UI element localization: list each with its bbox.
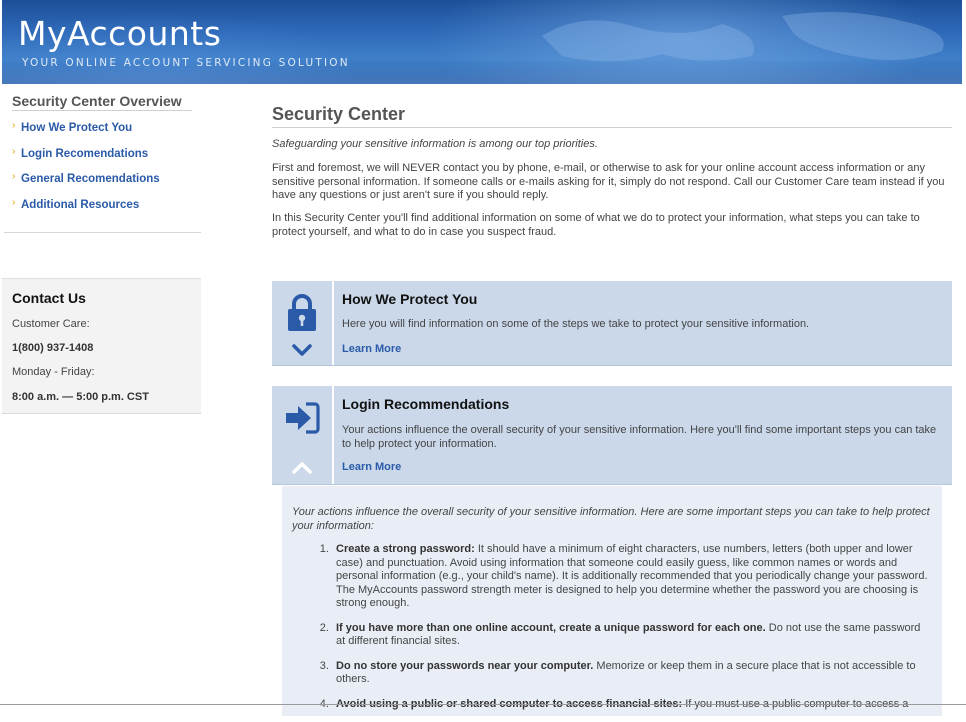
learn-more-link[interactable]: Learn More <box>342 461 401 473</box>
card-icon-column <box>272 386 334 484</box>
contact-hours: 8:00 a.m. — 5:00 p.m. CST <box>12 391 149 403</box>
arrow-bullet-icon: › <box>12 145 16 157</box>
card-icon-column <box>272 281 334 365</box>
arrow-bullet-icon: › <box>12 120 16 131</box>
arrow-bullet-icon: › <box>12 196 16 208</box>
page-title: Security Center <box>272 104 952 128</box>
sidebar-link[interactable]: Login Recomendations <box>21 147 148 161</box>
card-title: How We Protect You <box>342 291 478 307</box>
login-recommendations-panel: Your actions influence the overall secur… <box>282 486 942 716</box>
list-item: If you have more than one online account… <box>332 622 932 649</box>
sidebar-link[interactable]: How We Protect You <box>21 121 132 135</box>
card-login-recommendations: Login Recommendations Your actions influ… <box>272 386 952 485</box>
panel-intro: Your actions influence the overall secur… <box>292 506 930 532</box>
contact-days: Monday - Friday: <box>12 366 95 378</box>
sidebar-divider <box>4 232 201 233</box>
card-description: Your actions influence the overall secur… <box>342 424 937 450</box>
lock-icon <box>288 294 316 331</box>
sidebar-item-login: › Login Recomendations <box>12 145 160 173</box>
list-item-heading: If you have more than one online account… <box>336 621 766 634</box>
list-item-heading: Do no store your passwords near your com… <box>336 659 594 672</box>
window-bottom-border <box>0 704 966 705</box>
intro-paragraph: First and foremost, we will NEVER contac… <box>272 162 945 201</box>
list-item-heading: Create a strong password: <box>336 543 475 555</box>
sidebar-item-resources: › Additional Resources <box>12 196 160 224</box>
chevron-up-icon[interactable] <box>292 462 312 474</box>
contact-box: Contact Us Customer Care: 1(800) 937-140… <box>2 278 201 414</box>
intro-paragraph: In this Security Center you'll find addi… <box>272 212 920 238</box>
list-item: Do no store your passwords near your com… <box>332 660 932 687</box>
contact-care-label: Customer Care: <box>12 318 90 330</box>
sidebar-nav: › How We Protect You › Login Recomendati… <box>12 121 160 223</box>
sidebar-link[interactable]: Additional Resources <box>21 198 139 212</box>
sidebar-item-how-we-protect: › How We Protect You <box>12 121 160 147</box>
card-how-we-protect: How We Protect You Here you will find in… <box>272 281 952 366</box>
brand-logo[interactable]: MyAccounts <box>18 14 221 53</box>
recommendations-list: Create a strong password: It should have… <box>316 543 932 722</box>
sign-in-icon <box>286 402 320 434</box>
site-header: MyAccounts YOUR ONLINE ACCOUNT SERVICING… <box>2 0 962 84</box>
sidebar-link[interactable]: General Recomendations <box>21 172 160 186</box>
header-shine <box>2 64 962 84</box>
sidebar-title: Security Center Overview <box>12 93 192 111</box>
contact-title: Contact Us <box>12 290 86 306</box>
card-title: Login Recommendations <box>342 396 510 412</box>
list-item: Create a strong password: It should have… <box>332 543 932 611</box>
arrow-bullet-icon: › <box>12 171 16 182</box>
contact-phone[interactable]: 1(800) 937-1408 <box>12 342 93 354</box>
chevron-down-icon[interactable] <box>292 344 312 356</box>
card-description: Here you will find information on some o… <box>342 318 810 330</box>
learn-more-link[interactable]: Learn More <box>342 343 401 355</box>
sidebar-item-general: › General Recomendations <box>12 172 160 198</box>
intro-tagline: Safeguarding your sensitive information … <box>272 138 598 150</box>
